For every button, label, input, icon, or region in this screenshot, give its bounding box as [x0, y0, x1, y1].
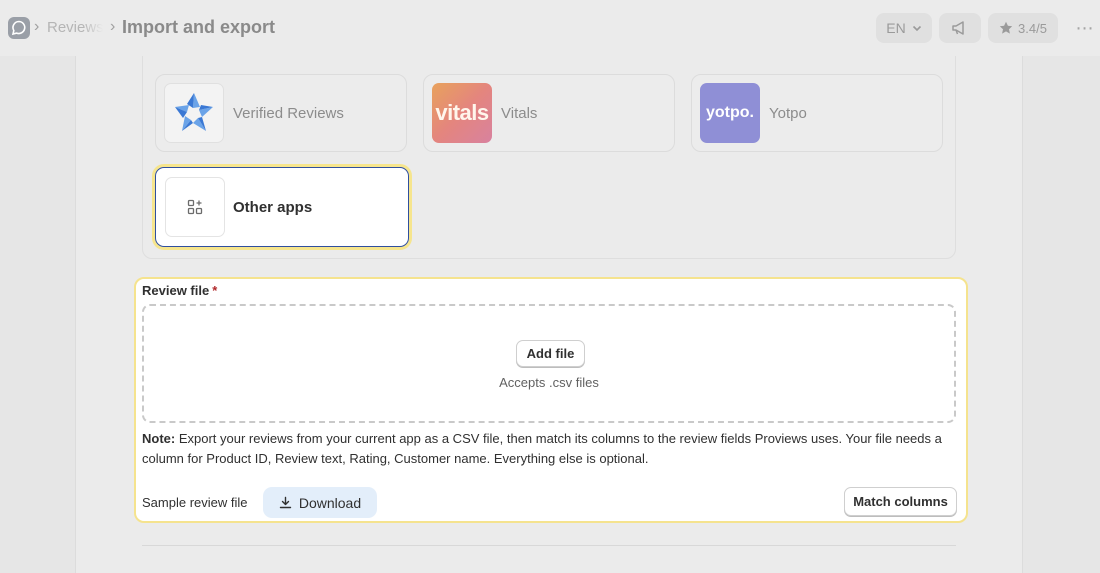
other-apps-icon-box — [165, 177, 225, 237]
app-logo[interactable] — [8, 17, 30, 39]
breadcrumb-parent[interactable]: Reviews — [47, 19, 103, 36]
sample-file-label: Sample review file — [142, 495, 248, 510]
star-icon — [999, 21, 1013, 34]
review-file-label: Review file * — [142, 283, 217, 298]
apps-add-icon — [187, 199, 203, 215]
other-apps-label: Other apps — [233, 198, 313, 216]
vitals-logo: vitals — [432, 83, 492, 143]
language-selector[interactable]: EN — [876, 13, 932, 43]
page-title: Import and export — [122, 17, 276, 37]
app-tile-yotpo[interactable]: yotpo. Yotpo — [691, 74, 943, 152]
more-options-icon[interactable]: ⋯ — [1072, 16, 1098, 40]
download-icon — [279, 496, 292, 509]
required-mark: * — [212, 283, 218, 298]
app-name: Verified Reviews — [233, 104, 344, 122]
app-name: Vitals — [501, 104, 538, 122]
match-columns-button[interactable]: Match columns — [844, 487, 957, 516]
chevron-right-icon: › — [34, 18, 40, 35]
app-tile-vitals[interactable]: vitals Vitals — [423, 74, 675, 152]
verified-reviews-star-icon — [175, 93, 213, 131]
verified-reviews-logo — [164, 83, 224, 143]
top-bar: › Reviews › Import and export EN 3.4/5 ⋯ — [0, 0, 1100, 56]
yotpo-logo: yotpo. — [700, 83, 760, 143]
chevron-down-icon — [912, 25, 921, 32]
note-prefix: Note: — [142, 431, 176, 446]
app-tile-other-apps[interactable]: Other apps — [155, 167, 409, 247]
download-label: Download — [298, 494, 362, 511]
chevron-right-icon: › — [110, 18, 116, 35]
note-text: Export your reviews from your current ap… — [142, 431, 942, 466]
announcement-button[interactable] — [939, 13, 981, 43]
app-tile-verified-reviews[interactable]: Verified Reviews — [155, 74, 407, 152]
language-label: EN — [886, 20, 906, 36]
review-file-section: Review file * Add file Accepts .csv files… — [134, 277, 968, 523]
rating-button[interactable]: 3.4/5 — [988, 13, 1058, 43]
accepted-formats-text: Accepts .csv files — [499, 375, 599, 390]
chat-bubble-icon — [11, 20, 26, 36]
rating-value: 3.4/5 — [1018, 20, 1047, 36]
section-divider — [142, 545, 956, 546]
app-name: Yotpo — [769, 104, 807, 122]
file-dropzone[interactable]: Add file Accepts .csv files — [142, 304, 956, 423]
download-sample-button[interactable]: Download — [263, 487, 377, 518]
add-file-button[interactable]: Add file — [516, 340, 585, 367]
megaphone-icon — [952, 21, 964, 35]
app-tile-other-apps-highlight: Other apps — [152, 164, 412, 250]
review-file-label-text: Review file — [142, 283, 210, 298]
import-note: Note: Export your reviews from your curr… — [142, 429, 957, 469]
